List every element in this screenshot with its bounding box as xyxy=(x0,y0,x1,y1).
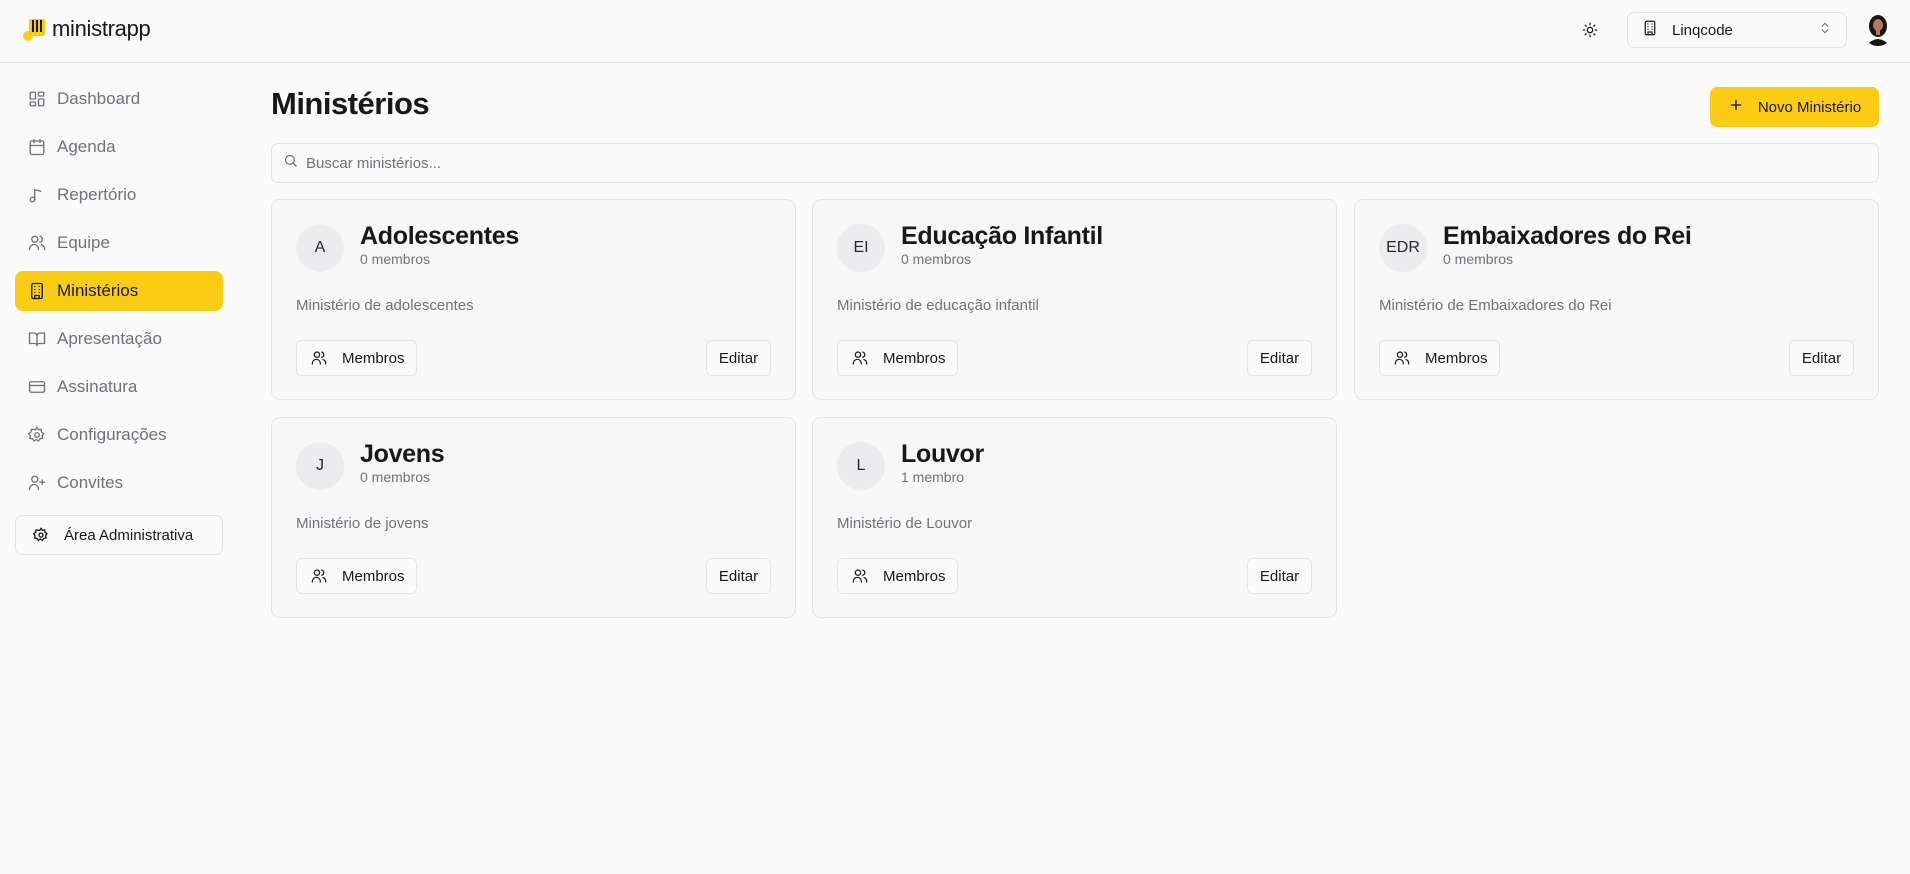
new-ministry-button[interactable]: Novo Ministério xyxy=(1710,87,1879,127)
member-count: 0 membros xyxy=(1443,251,1514,267)
users-icon xyxy=(851,567,869,585)
ministry-card: A Adolescentes 0 membros Ministério de a… xyxy=(271,199,796,400)
sidebar-item-ministerios[interactable]: Ministérios xyxy=(15,271,223,311)
members-label: Membros xyxy=(1425,349,1488,367)
sidebar-item-repertorio[interactable]: Repertório xyxy=(15,175,223,215)
sidebar-item-label: Assinatura xyxy=(57,377,138,396)
members-button[interactable]: Membros xyxy=(296,340,417,376)
members-label: Membros xyxy=(883,567,946,585)
edit-button[interactable]: Editar xyxy=(706,558,771,594)
ministry-initials-avatar: L xyxy=(837,442,885,490)
user-avatar[interactable] xyxy=(1862,12,1894,46)
ministry-initials-avatar: EI xyxy=(837,224,885,272)
layout-dashboard-icon xyxy=(27,89,47,109)
edit-button[interactable]: Editar xyxy=(1247,340,1312,376)
new-ministry-label: Novo Ministério xyxy=(1757,98,1862,116)
admin-area-button[interactable]: Área Administrativa xyxy=(15,515,223,555)
building-icon xyxy=(1642,20,1658,41)
music-note-icon xyxy=(27,185,47,205)
sidebar-item-assinatura[interactable]: Assinatura xyxy=(15,367,223,407)
sidebar-item-equipe[interactable]: Equipe xyxy=(15,223,223,263)
ministry-initials-avatar: EDR xyxy=(1379,224,1427,272)
search-icon xyxy=(283,153,298,173)
sidebar-item-apresentacao[interactable]: Apresentação xyxy=(15,319,223,359)
admin-area-label: Área Administrativa xyxy=(64,526,194,544)
organization-select[interactable]: Linqcode xyxy=(1627,12,1847,48)
members-label: Membros xyxy=(342,567,405,585)
sidebar-item-agenda[interactable]: Agenda xyxy=(15,127,223,167)
members-button[interactable]: Membros xyxy=(837,340,958,376)
search-input[interactable] xyxy=(306,154,1806,172)
ministry-card: J Jovens 0 membros Ministério de jovens … xyxy=(271,417,796,618)
sidebar: Dashboard Agenda Repertório Equipe Minis… xyxy=(15,79,223,555)
users-icon xyxy=(27,233,47,253)
brand-logo[interactable]: ministrapp xyxy=(22,16,151,42)
gear-icon xyxy=(27,425,47,445)
members-button[interactable]: Membros xyxy=(837,558,958,594)
organization-name: Linqcode xyxy=(1672,21,1733,39)
chevrons-up-down-icon xyxy=(1818,21,1832,40)
brand-name: ministrapp xyxy=(52,16,151,41)
building-icon xyxy=(27,281,47,301)
music-note-logo-icon xyxy=(22,16,48,42)
edit-button[interactable]: Editar xyxy=(1247,558,1312,594)
edit-button[interactable]: Editar xyxy=(1789,340,1854,376)
users-icon xyxy=(851,349,869,367)
sidebar-item-convites[interactable]: Convites xyxy=(15,463,223,503)
member-count: 0 membros xyxy=(360,469,431,485)
ministry-initials-avatar: A xyxy=(296,224,344,272)
sidebar-item-label: Repertório xyxy=(57,185,137,204)
members-button[interactable]: Membros xyxy=(296,558,417,594)
users-icon xyxy=(310,567,328,585)
sidebar-item-label: Agenda xyxy=(57,137,116,156)
user-plus-icon xyxy=(27,473,47,493)
ministry-description: Ministério de Louvor xyxy=(837,515,973,532)
member-count: 1 membro xyxy=(901,469,965,485)
calendar-icon xyxy=(27,137,47,157)
ministry-description: Ministério de jovens xyxy=(296,515,429,532)
users-icon xyxy=(1393,349,1411,367)
users-icon xyxy=(310,349,328,367)
ministry-description: Ministério de educação infantil xyxy=(837,297,1039,314)
sidebar-item-label: Equipe xyxy=(57,233,110,252)
ministry-name: Educação Infantil xyxy=(901,222,1103,250)
credit-card-icon xyxy=(27,377,47,397)
page-title: Ministérios xyxy=(271,86,430,121)
gear-icon xyxy=(32,526,50,544)
ministry-card: EI Educação Infantil 0 membros Ministéri… xyxy=(812,199,1337,400)
ministry-name: Adolescentes xyxy=(360,222,519,250)
sidebar-item-label: Dashboard xyxy=(57,89,141,108)
sidebar-item-dashboard[interactable]: Dashboard xyxy=(15,79,223,119)
members-label: Membros xyxy=(883,349,946,367)
plus-icon xyxy=(1728,97,1744,117)
member-count: 0 membros xyxy=(360,251,431,267)
ministry-card: EDR Embaixadores do Rei 0 membros Minist… xyxy=(1354,199,1879,400)
ministry-card: L Louvor 1 membro Ministério de Louvor M… xyxy=(812,417,1337,618)
members-button[interactable]: Membros xyxy=(1379,340,1500,376)
sidebar-item-label: Convites xyxy=(57,473,124,492)
search-bar[interactable] xyxy=(271,143,1879,183)
ministry-name: Louvor xyxy=(901,440,984,468)
sidebar-item-label: Apresentação xyxy=(57,329,162,348)
ministry-description: Ministério de Embaixadores do Rei xyxy=(1379,297,1612,314)
ministry-name: Jovens xyxy=(360,440,445,468)
book-open-icon xyxy=(27,329,47,349)
sidebar-item-configuracoes[interactable]: Configurações xyxy=(15,415,223,455)
sidebar-item-label: Ministérios xyxy=(57,281,139,300)
sidebar-item-label: Configurações xyxy=(57,425,167,444)
ministry-description: Ministério de adolescentes xyxy=(296,297,474,314)
edit-button[interactable]: Editar xyxy=(706,340,771,376)
theme-toggle-button[interactable] xyxy=(1575,17,1605,47)
sun-icon xyxy=(1582,22,1598,43)
members-label: Membros xyxy=(342,349,405,367)
top-bar: ministrapp Linqcode xyxy=(0,0,1910,63)
ministry-initials-avatar: J xyxy=(296,442,344,490)
member-count: 0 membros xyxy=(901,251,972,267)
ministry-name: Embaixadores do Rei xyxy=(1443,222,1692,250)
